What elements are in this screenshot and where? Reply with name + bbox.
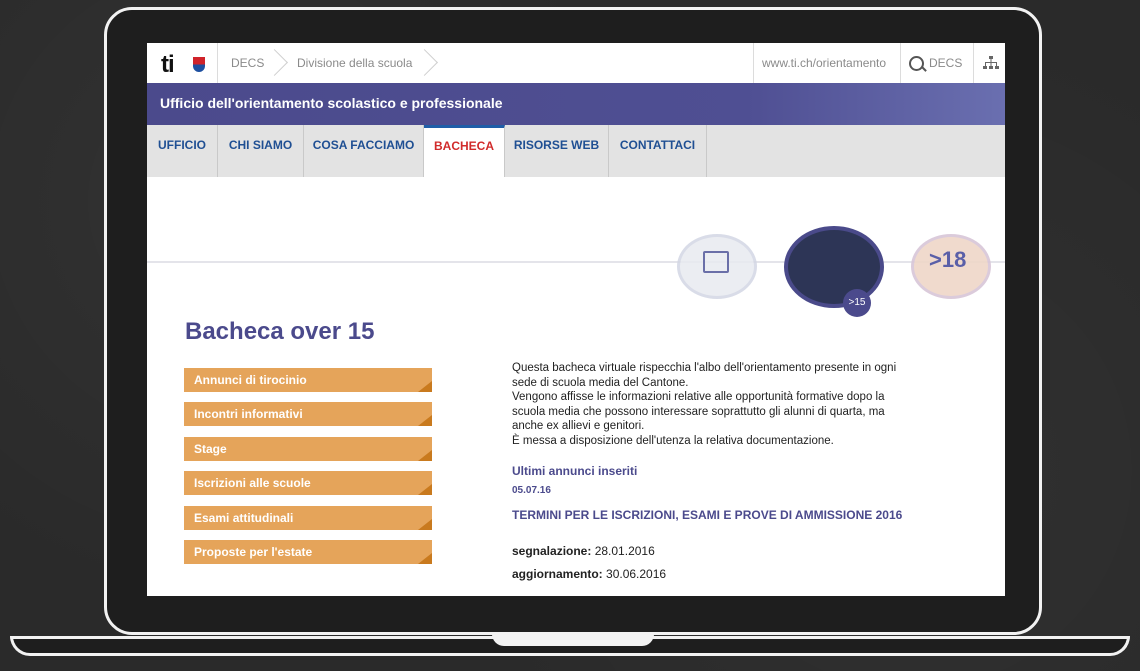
latest-date: 05.07.16 [512, 485, 551, 496]
divider [753, 43, 754, 83]
aggiornamento-row: aggiornamento: 30.06.2016 [512, 567, 666, 581]
hero-area: >15 >18 [147, 177, 1005, 317]
over15-badge: >15 [843, 289, 871, 317]
divider [973, 43, 974, 83]
tab-ufficio[interactable]: UFFICIO [147, 125, 218, 177]
ti-logo[interactable]: ti [161, 51, 175, 79]
desc-line: È messa a disposizione dell'utenza la re… [512, 434, 834, 447]
latest-heading: Ultimi annunci inseriti [512, 464, 638, 478]
over18-label: >18 [929, 247, 967, 272]
menu-iscrizioni-scuole[interactable]: Iscrizioni alle scuole [184, 471, 432, 495]
search-icon[interactable] [909, 56, 924, 71]
breadcrumb-decs[interactable]: DECS [231, 43, 264, 83]
desc-line: Questa bacheca virtuale rispecchia l'alb… [512, 362, 897, 374]
chevron-right-icon [265, 49, 285, 77]
chevron-right-icon [415, 49, 435, 77]
shield-icon [193, 57, 205, 72]
tab-risorse-web[interactable]: RISORSE WEB [505, 125, 609, 177]
page-title: Bacheca over 15 [185, 318, 375, 345]
site-header: Ufficio dell'orientamento scolastico e p… [147, 83, 1005, 125]
menu-annunci-tirocinio[interactable]: Annunci di tirocinio [184, 368, 432, 392]
menu-incontri-informativi[interactable]: Incontri informativi [184, 402, 432, 426]
main-nav: UFFICIO CHI SIAMO COSA FACCIAMO BACHECA … [147, 125, 1005, 177]
menu-stage[interactable]: Stage [184, 437, 432, 461]
header-title[interactable]: Ufficio dell'orientamento scolastico e p… [160, 95, 503, 111]
tab-cosa-facciamo[interactable]: COSA FACCIAMO [304, 125, 424, 177]
desc-line: Vengono affisse le informazioni relative… [512, 391, 885, 403]
breadcrumb-divisione[interactable]: Divisione della scuola [297, 43, 412, 83]
desc-line: scuola media che possono interessare sop… [512, 405, 885, 418]
segnalazione-row: segnalazione: 28.01.2016 [512, 544, 655, 558]
desc-line: sede di scuola media del Cantone. [512, 376, 689, 389]
segnalazione-label: segnalazione: [512, 544, 592, 558]
browser-screen: ti DECS Divisione della scuola www.ti.ch… [147, 43, 1005, 596]
tab-bacheca[interactable]: BACHECA [424, 125, 505, 177]
aggiornamento-label: aggiornamento: [512, 567, 603, 581]
segnalazione-value: 28.01.2016 [594, 544, 655, 558]
site-url-link[interactable]: www.ti.ch/orientamento [762, 43, 886, 83]
search-label[interactable]: DECS [929, 43, 962, 83]
top-bar: ti DECS Divisione della scuola www.ti.ch… [147, 43, 1005, 84]
tab-chi-siamo[interactable]: CHI SIAMO [218, 125, 304, 177]
news-title-link[interactable]: TERMINI PER LE ISCRIZIONI, ESAMI E PROVE… [512, 508, 902, 522]
sitemap-icon[interactable] [983, 55, 999, 71]
calendar-icon [703, 251, 729, 273]
menu-esami-attitudinali[interactable]: Esami attitudinali [184, 506, 432, 530]
divider [217, 43, 218, 83]
laptop-notch [492, 632, 654, 646]
menu-proposte-estate[interactable]: Proposte per l'estate [184, 540, 432, 564]
aggiornamento-value: 30.06.2016 [606, 567, 667, 581]
description: Questa bacheca virtuale rispecchia l'alb… [512, 361, 977, 448]
divider [900, 43, 901, 83]
desc-line: anche ex allievi e genitori. [512, 420, 645, 432]
tab-contattaci[interactable]: CONTATTACI [609, 125, 707, 177]
